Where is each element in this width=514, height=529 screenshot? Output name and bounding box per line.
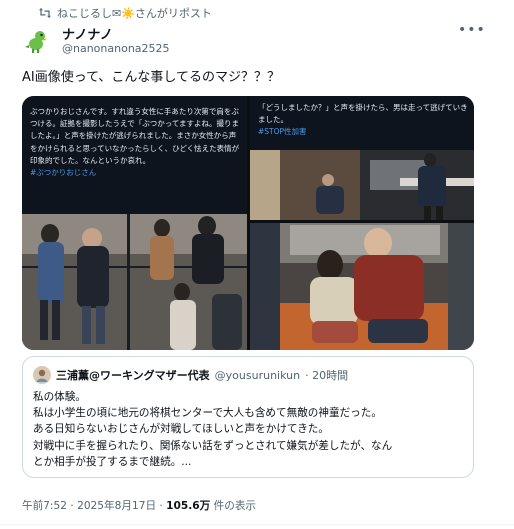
tweet-timestamp[interactable]: 午前7:52 · 2025年8月17日 ·: [22, 500, 166, 512]
person-avatar-icon: [36, 369, 48, 382]
image-caption-1: ぶつかりおじさんです。すれ違う女性に手あたり次第で肩をぶつける。証拠を撮影したう…: [30, 106, 240, 179]
subway-seat-photo: [250, 223, 474, 350]
quoted-tweet-header: 三浦薫@ワーキングマザー代表 @yousurunikun · 20時間: [33, 366, 348, 384]
image-caption-2: 「どうしましたか？」と声を掛けたら、男は走って逃げていきました。 #STOP性加…: [258, 102, 468, 139]
media-image-3[interactable]: [250, 223, 474, 350]
author-avatar[interactable]: [22, 26, 52, 56]
quoted-line: 私の体験。: [33, 391, 86, 403]
more-options-icon[interactable]: •••: [458, 22, 486, 38]
divider: [0, 524, 514, 525]
author-name[interactable]: ナノナノ: [62, 24, 113, 43]
green-dinosaur-icon: [25, 31, 47, 53]
image-hashtag-1: #ぶつかりおじさん: [30, 168, 97, 178]
media-grid[interactable]: ぶつかりおじさんです。すれ違う女性に手あたり次第で肩をぶつける。証拠を撮影したう…: [22, 96, 474, 350]
quoted-author-handle[interactable]: @yousurunikun: [215, 369, 300, 382]
quoted-author-avatar[interactable]: [33, 366, 51, 384]
view-label: 件の表示: [210, 500, 257, 512]
station-crowd-photo: [22, 214, 247, 350]
quoted-line: 対戦中に手を握られたり、関係ない話をずっとされて嫌気が差したが、なん: [33, 439, 393, 452]
train-scene-photo: [250, 150, 474, 220]
view-count: 105.6万: [166, 500, 211, 512]
repost-label: ねこじるし✉☀️さんがリポスト: [57, 7, 212, 20]
tweet-meta: 午前7:52 · 2025年8月17日 · 105.6万 件の表示: [22, 498, 256, 513]
image-caption-1-text: ぶつかりおじさんです。すれ違う女性に手あたり次第で肩をぶつける。証拠を撮影したう…: [30, 107, 240, 165]
quoted-line: とか相手が投了するまで継続。...: [33, 455, 192, 468]
quoted-author-name[interactable]: 三浦薫@ワーキングマザー代表: [56, 367, 210, 383]
image-caption-2-text: 「どうしましたか？」と声を掛けたら、男は走って逃げていきました。: [258, 103, 468, 125]
tweet-text: AI画像使って、こんな事してるのマジ？？？: [22, 70, 281, 85]
author-handle[interactable]: @nanonanona2525: [62, 42, 170, 55]
quoted-tweet-time[interactable]: · 20時間: [305, 367, 348, 383]
media-image-2[interactable]: 「どうしましたか？」と声を掛けたら、男は走って逃げていきました。 #STOP性加…: [250, 96, 474, 220]
repost-indicator[interactable]: ねこじるし✉☀️さんがリポスト: [38, 5, 212, 21]
quoted-tweet[interactable]: 三浦薫@ワーキングマザー代表 @yousurunikun · 20時間 私の体験…: [22, 356, 474, 478]
quoted-line: ある日知らないおじさんが対戦してほしいと声をかけてきた。: [33, 423, 329, 436]
quoted-line: 私は小学生の頃に地元の将棋センターで大人も含めて無敵の神童だった。: [33, 407, 382, 420]
repost-icon: [39, 8, 51, 18]
media-image-1[interactable]: ぶつかりおじさんです。すれ違う女性に手あたり次第で肩をぶつける。証拠を撮影したう…: [22, 96, 247, 350]
image-hashtag-2: #STOP性加害: [258, 127, 307, 137]
quoted-tweet-text: 私の体験。 私は小学生の頃に地元の将棋センターで大人も含めて無敵の神童だった。 …: [33, 389, 465, 470]
